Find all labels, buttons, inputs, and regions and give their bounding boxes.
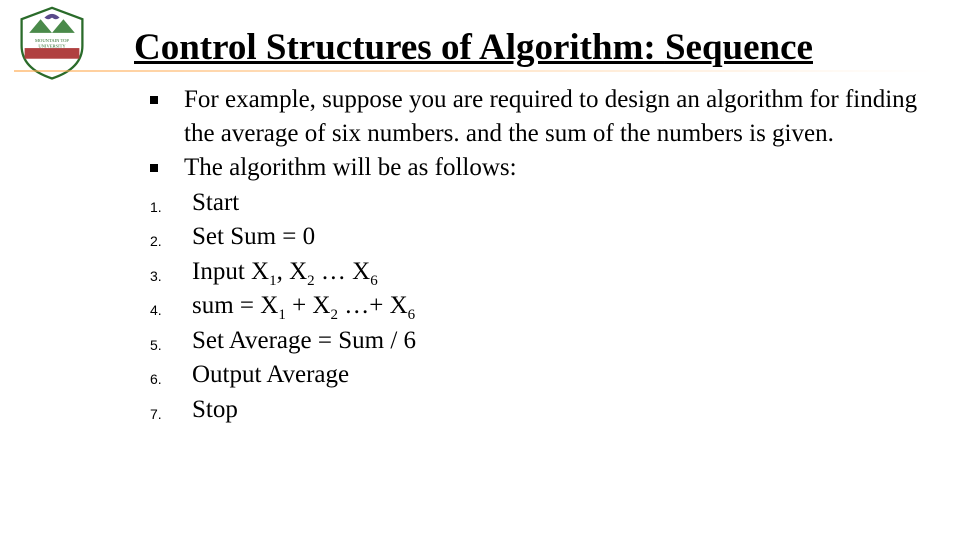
svg-text:MOUNTAIN TOP: MOUNTAIN TOP — [35, 38, 69, 43]
university-logo: MOUNTAIN TOP UNIVERSITY — [14, 4, 90, 80]
slide-title: Control Structures of Algorithm: Sequenc… — [134, 26, 813, 69]
step-text: Start — [184, 186, 920, 220]
title-text-plain: Control Structures of Algorithm: — [134, 27, 665, 68]
square-bullet-icon — [150, 83, 184, 104]
step-number: 2. — [150, 220, 184, 251]
step-number: 7. — [150, 393, 184, 424]
step-text: Set Average = Sum / 6 — [184, 324, 920, 358]
list-item: 1. Start — [150, 186, 920, 220]
bullet-text: The algorithm will be as follows: — [184, 151, 920, 185]
list-item: 2. Set Sum = 0 — [150, 220, 920, 254]
list-item: 3. Input X1, X2 … X6 — [150, 255, 920, 289]
step-number: 3. — [150, 255, 184, 286]
slide-body: For example, suppose you are required to… — [150, 82, 920, 427]
slide: MOUNTAIN TOP UNIVERSITY Control Structur… — [0, 0, 960, 540]
step-number: 5. — [150, 324, 184, 355]
title-text-bold: Sequence — [665, 27, 813, 68]
step-text: Output Average — [184, 358, 920, 392]
bullet-item: For example, suppose you are required to… — [150, 83, 920, 150]
step-text: Input X1, X2 … X6 — [184, 255, 920, 289]
svg-text:UNIVERSITY: UNIVERSITY — [38, 43, 66, 48]
step-number: 6. — [150, 358, 184, 389]
list-item: 5. Set Average = Sum / 6 — [150, 324, 920, 358]
step-text: Set Sum = 0 — [184, 220, 920, 254]
list-item: 7. Stop — [150, 393, 920, 427]
title-underline-accent — [14, 70, 934, 72]
bullet-item: The algorithm will be as follows: — [150, 151, 920, 185]
bullet-text: For example, suppose you are required to… — [184, 83, 920, 150]
step-number: 1. — [150, 186, 184, 217]
square-bullet-icon — [150, 151, 184, 172]
list-item: 4. sum = X1 + X2 …+ X6 — [150, 289, 920, 323]
crest-icon: MOUNTAIN TOP UNIVERSITY — [14, 4, 90, 80]
step-text: sum = X1 + X2 …+ X6 — [184, 289, 920, 323]
list-item: 6. Output Average — [150, 358, 920, 392]
step-text: Stop — [184, 393, 920, 427]
step-number: 4. — [150, 289, 184, 320]
